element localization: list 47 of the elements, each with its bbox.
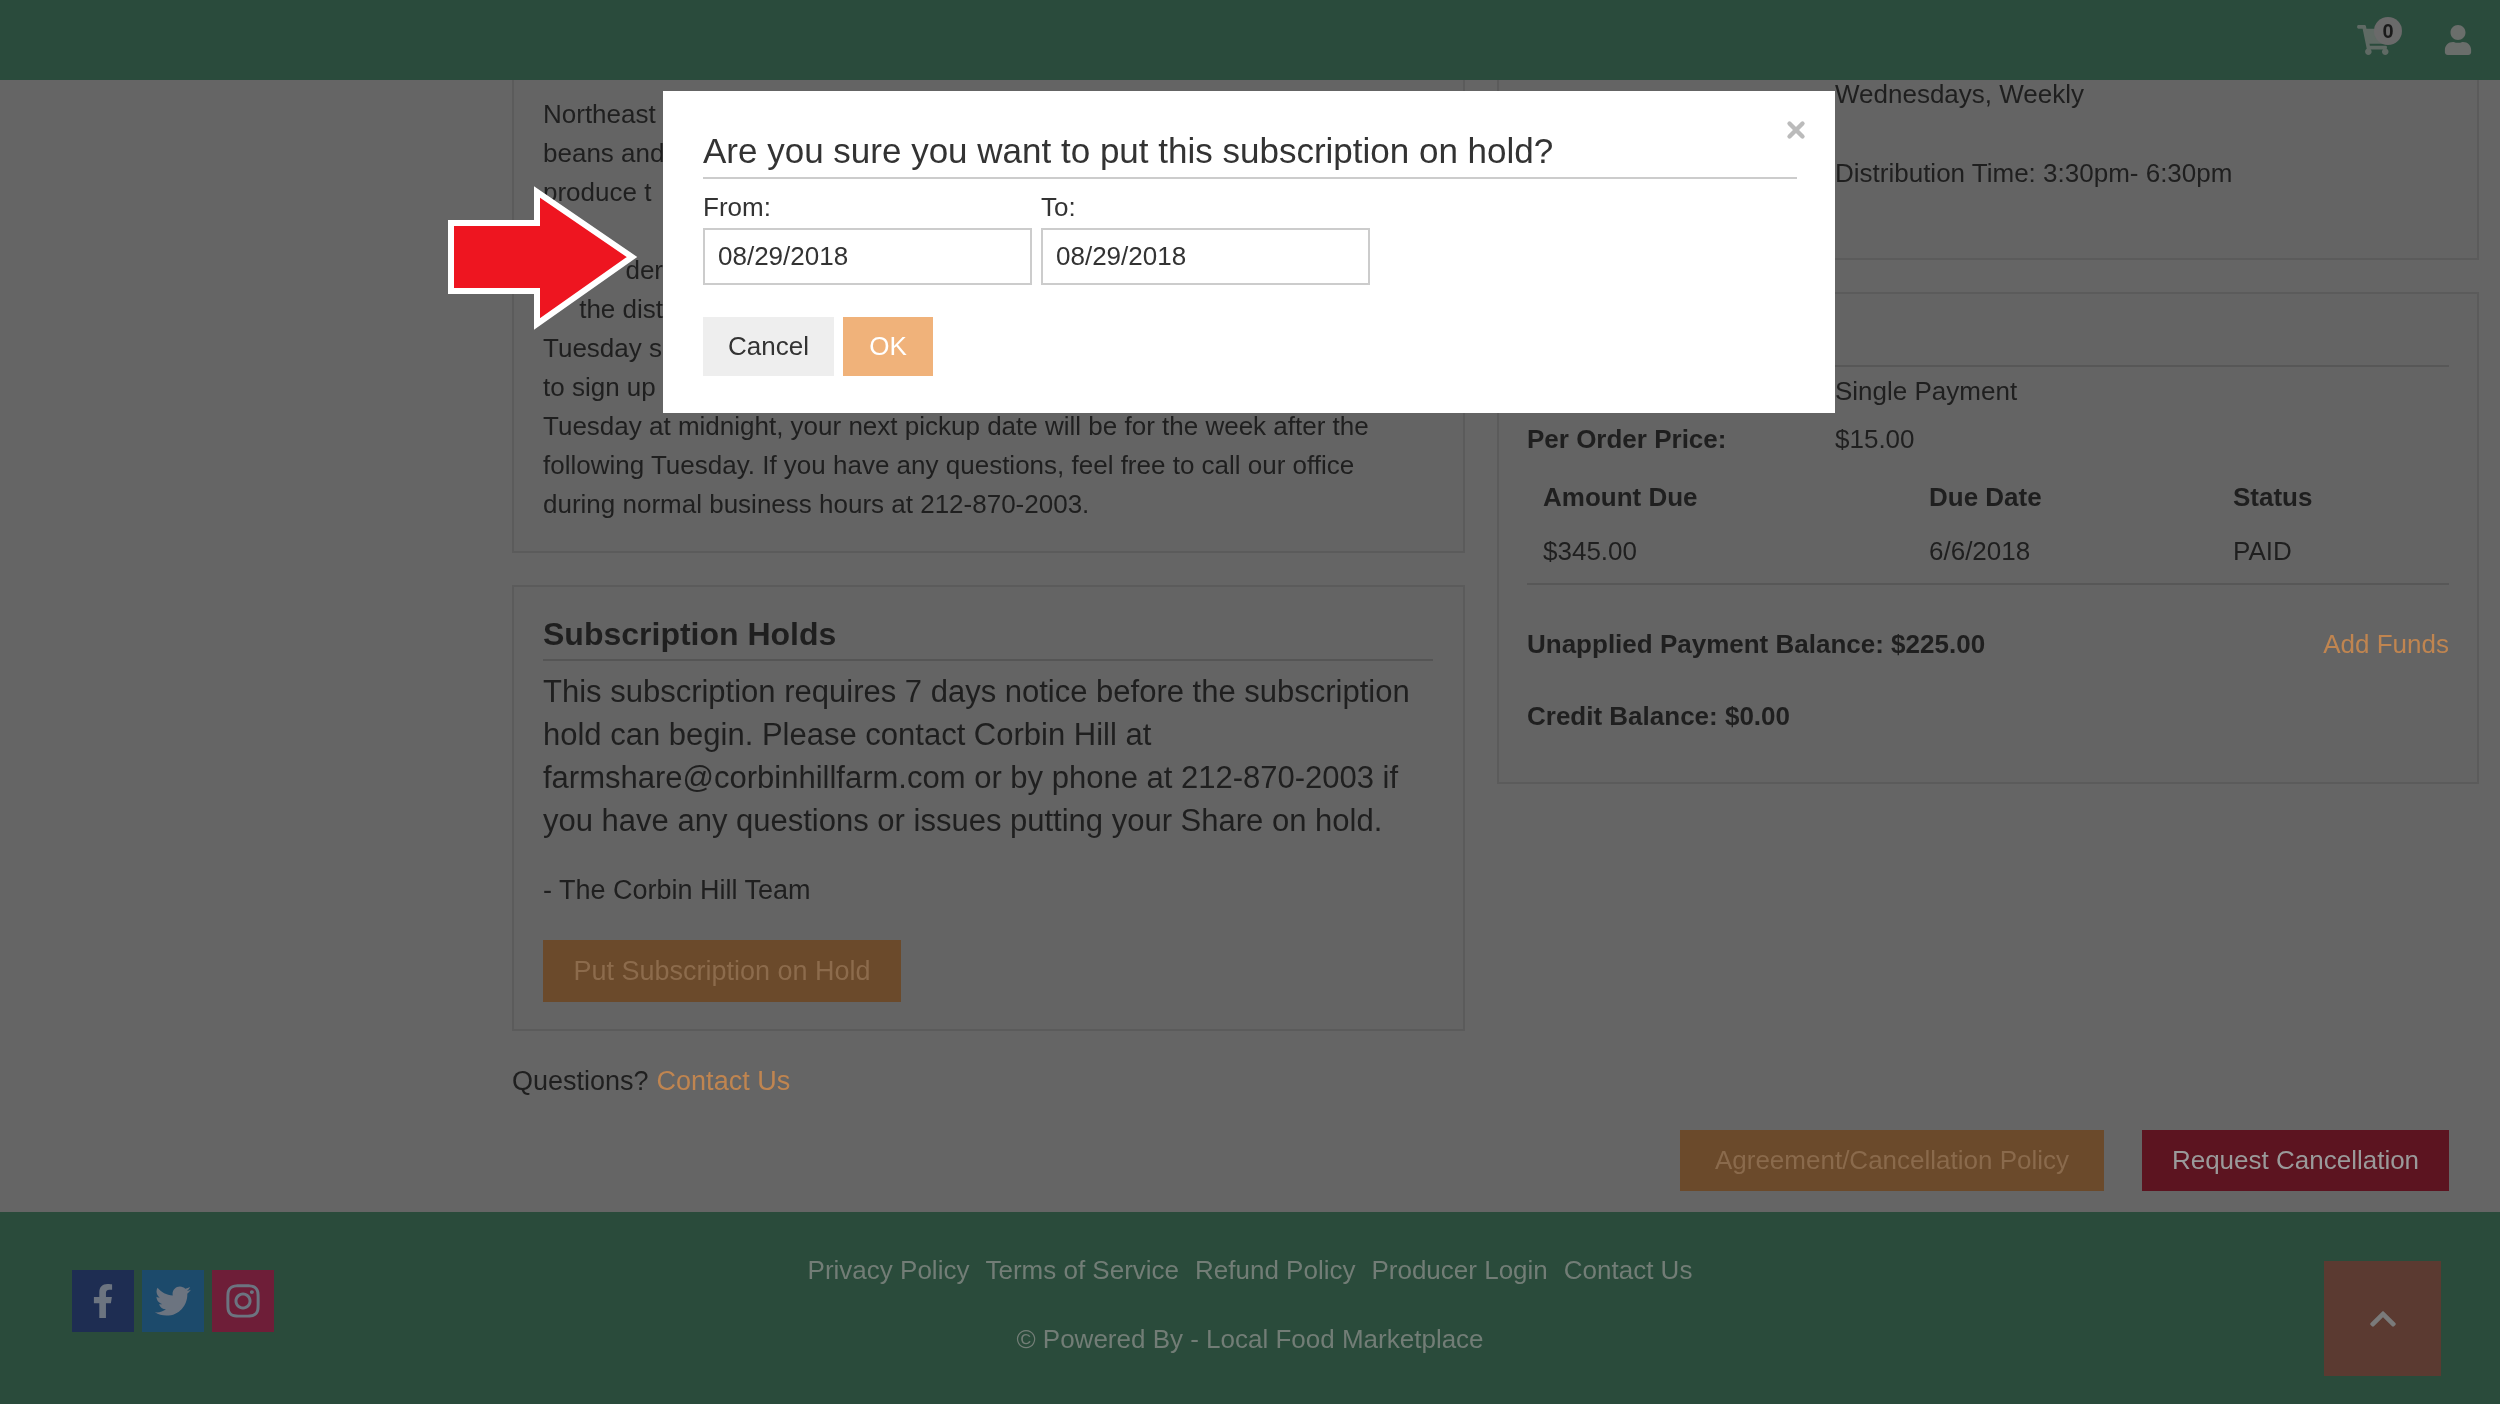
cancellation-button[interactable]: Request Cancellation: [2142, 1130, 2449, 1191]
footer-link[interactable]: Refund Policy: [1195, 1254, 1356, 1286]
facebook-icon[interactable]: [72, 1270, 134, 1332]
holds-text: This subscription requires 7 days notice before the subscription hold can begin. Please contact Corbin Hill at farmshare@corbinhillfarm.com or by phone at 212-870-2003 if you have any questions or issues putting your Share on hold.: [543, 673, 1411, 840]
description-text: the dist: [579, 293, 663, 326]
field-label: To:: [1041, 192, 1076, 222]
contact-link[interactable]: Contact Us: [656, 1061, 791, 1101]
instagram-icon[interactable]: [212, 1270, 274, 1332]
price-value: $15.00: [1835, 423, 1916, 455]
payment-type: Single Payment: [1835, 375, 2019, 407]
powered-by-text: © Powered By - Local Food Marketplace: [1016, 1323, 1484, 1355]
cart-count: 0: [2374, 17, 2402, 45]
description-text: Tuesday s: [543, 332, 662, 365]
footer-link[interactable]: Terms of Service: [985, 1254, 1180, 1286]
footer-link[interactable]: Contact Us: [1563, 1254, 1693, 1286]
table-cell: PAID: [2233, 535, 2292, 567]
schedule-text: Wednesdays, Weekly: [1835, 80, 2085, 109]
description-text: to sign up: [543, 371, 656, 404]
add-funds-link[interactable]: Add Funds: [2323, 628, 2449, 660]
footer-link[interactable]: Producer Login: [1371, 1254, 1548, 1286]
table-cell: 6/6/2018: [1929, 535, 2031, 567]
field-label: From:: [703, 192, 771, 222]
dialog-title: Are you sure you want to put this subscription on hold?: [703, 131, 1554, 170]
section-title: Subscription Holds: [543, 616, 837, 652]
description-text: following Tuesday. If you have any questions, feel free to call our office: [543, 449, 1355, 482]
footer-link[interactable]: Privacy Policy: [807, 1254, 970, 1286]
date-field[interactable]: 08/29/2018: [1041, 228, 1370, 285]
cancel-button[interactable]: Cancel: [703, 317, 834, 376]
table-cell: $345.00: [1543, 535, 1637, 567]
unapplied-balance: Unapplied Payment Balance: $225.00: [1527, 628, 1986, 660]
questions-text: Questions?: [512, 1065, 649, 1098]
description-text: beans and: [543, 137, 665, 170]
column-header: Amount Due: [1543, 481, 1698, 513]
column-header: Status: [2233, 481, 2313, 513]
description-text: Northeast: [543, 98, 656, 131]
description-text: during normal business hours at 212-870-2003.: [543, 488, 1090, 521]
column-header: Due Date: [1929, 481, 2042, 513]
date-field[interactable]: 08/29/2018: [703, 228, 1032, 285]
twitter-icon[interactable]: [142, 1270, 204, 1332]
description-text: Tuesday at midnight, your next pickup date will be for the week after the: [543, 410, 1369, 443]
signature-text: - The Corbin Hill Team: [543, 874, 812, 907]
credit-balance: Credit Balance: $0.00: [1527, 700, 1790, 732]
price-label: Per Order Price:: [1527, 423, 1728, 455]
schedule-text: Distribution Time: 3:30pm- 6:30pm: [1835, 158, 2233, 188]
description-text: der: [625, 254, 663, 287]
user-icon[interactable]: [2444, 25, 2472, 55]
ok-button[interactable]: OK: [843, 317, 933, 376]
